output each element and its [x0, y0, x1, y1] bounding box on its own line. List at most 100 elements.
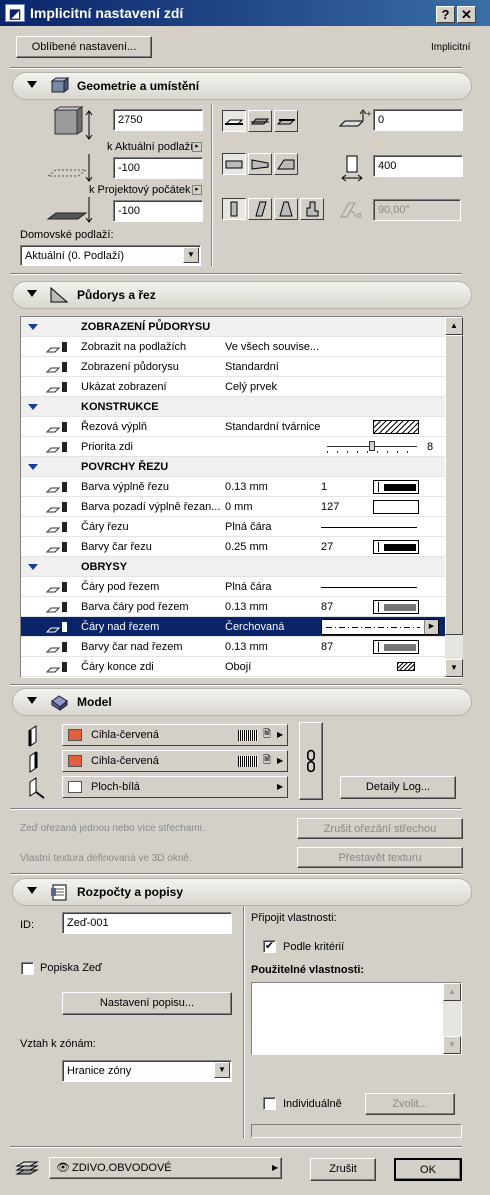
scroll-down-button[interactable]: ▼: [445, 659, 463, 677]
end-icon: [45, 660, 73, 674]
grid-row[interactable]: Barva čáry pod řezem 0.13 mm 87: [21, 597, 445, 617]
section-floorplan-title: Půdorys a řez: [77, 288, 156, 302]
scrollbar[interactable]: ▲ ▼: [443, 983, 461, 1054]
wall-trapezoid-button[interactable]: [248, 153, 272, 175]
grid-row-value: 0 mm: [225, 501, 253, 513]
geometry-icon: [50, 77, 69, 93]
layers-icon: [15, 1161, 39, 1175]
scrollbar[interactable]: ▲ ▼: [445, 317, 463, 677]
log-details-button[interactable]: Detaily Log...: [340, 776, 456, 799]
ref-line-outside-button[interactable]: [222, 110, 246, 132]
grid-row[interactable]: Zobrazení půdorysu Standardní: [21, 357, 445, 377]
grid-row-swatch[interactable]: [373, 540, 419, 554]
home-story-select[interactable]: Aktuální (0. Podlaží) ▼: [20, 245, 201, 266]
bottom-offset-input[interactable]: -100: [113, 200, 203, 222]
zone-relation-select[interactable]: Hranice zóny ▼: [62, 1060, 232, 1082]
grid-row[interactable]: Barva pozadí výplně řezan... 0 mm 127: [21, 497, 445, 517]
id-input[interactable]: Zeď-001: [62, 912, 232, 934]
expand-triangle-icon[interactable]: [28, 324, 38, 330]
grid-group-title: OBRYSY: [81, 561, 128, 573]
grid-group-header[interactable]: POVRCHY ŘEZU: [21, 457, 445, 477]
layer-select[interactable]: 👁 ZDIVO.OBVODOVÉ ▶: [49, 1157, 282, 1179]
grid-row[interactable]: Čáry nad řezem Čerchovaná ▶: [21, 617, 445, 637]
section-model-header[interactable]: Model: [12, 688, 472, 716]
grid-row-swatch[interactable]: [373, 420, 419, 434]
thickness-input[interactable]: 400: [373, 155, 463, 177]
profile-slanted-button[interactable]: [248, 198, 272, 220]
grid-row-swatch[interactable]: ▶: [321, 619, 439, 635]
section-geometry-header[interactable]: Geometrie a umístění: [12, 72, 472, 100]
grid-row-swatch[interactable]: [373, 600, 419, 614]
wall-straight-button[interactable]: [222, 153, 246, 175]
scroll-up-button[interactable]: ▲: [443, 983, 461, 1001]
material-button-3[interactable]: Ploch-bílá ▶: [62, 776, 288, 798]
collapse-triangle-icon[interactable]: [27, 290, 37, 297]
grid-row[interactable]: Priorita zdi 8: [21, 437, 445, 457]
help-button[interactable]: ?: [436, 6, 455, 23]
collapse-triangle-icon[interactable]: [27, 81, 37, 88]
expand-triangle-icon[interactable]: [28, 564, 38, 570]
grid-group-header[interactable]: OBRYSY: [21, 557, 445, 577]
ref-line-center-button[interactable]: [248, 110, 272, 132]
profile-double-slanted-button[interactable]: [274, 198, 298, 220]
grid-row-swatch[interactable]: [321, 587, 417, 588]
grid-row[interactable]: Čáry konce zdi Obojí: [21, 657, 445, 677]
individual-checkbox[interactable]: [263, 1097, 276, 1110]
material-button-1[interactable]: Cihla-červená 🗎 ▶: [62, 724, 288, 746]
chevron-down-icon[interactable]: ▼: [214, 1062, 230, 1078]
grid-row[interactable]: Čáry pod řezem Plná čára: [21, 577, 445, 597]
by-criteria-checkbox[interactable]: ✔: [263, 940, 276, 953]
properties-grid[interactable]: ZOBRAZENÍ PŮDORYSU Zobrazit na podlažích V…: [20, 316, 463, 678]
grid-group-header[interactable]: ZOBRAZENÍ PŮDORYSU: [21, 317, 445, 337]
top-offset-icon: [46, 154, 93, 182]
grid-row[interactable]: Barvy čar řezu 0.25 mm 27: [21, 537, 445, 557]
label-settings-button[interactable]: Nastavení popisu...: [62, 992, 232, 1015]
grid-group-header[interactable]: KONSTRUKCE: [21, 397, 445, 417]
cancel-button[interactable]: Zrušit: [310, 1158, 376, 1181]
grid-row-swatch[interactable]: [321, 527, 417, 528]
collapse-triangle-icon[interactable]: [27, 887, 37, 894]
ok-button[interactable]: OK: [394, 1158, 462, 1181]
offset-input[interactable]: 0: [373, 109, 463, 131]
top-link-dropdown[interactable]: ▸: [192, 142, 202, 152]
material-button-2[interactable]: Cihla-červená 🗎 ▶: [62, 750, 288, 772]
grid-row-swatch[interactable]: [373, 480, 419, 494]
profile-complex-button[interactable]: [300, 198, 324, 220]
title-bar[interactable]: ◩ Implicitní nastavení zdí ? ✕: [0, 0, 490, 26]
link-materials-button[interactable]: [299, 722, 323, 800]
grid-row-swatch[interactable]: [397, 662, 415, 671]
collapse-triangle-icon[interactable]: [27, 697, 37, 704]
wall-height-input[interactable]: 2750: [113, 109, 203, 131]
wall-side-left-icon: [28, 725, 37, 747]
section-budget-header[interactable]: Rozpočty a popisy: [12, 878, 472, 906]
grid-row[interactable]: Zobrazit na podlažích Ve všech souvise...: [21, 337, 445, 357]
label-checkbox[interactable]: [21, 962, 34, 975]
available-props-list[interactable]: ▲ ▼: [251, 982, 462, 1055]
favorites-button[interactable]: Oblíbené nastavení...: [16, 36, 152, 58]
expand-triangle-icon[interactable]: [28, 464, 38, 470]
grid-row[interactable]: Čáry řezu Plná čára: [21, 517, 445, 537]
top-link-label: k Aktuální podlaží: [107, 141, 194, 153]
scroll-thumb[interactable]: [445, 335, 463, 635]
grid-row[interactable]: Ukázat zobrazení Celý prvek: [21, 377, 445, 397]
wall-polygonal-button[interactable]: [274, 153, 298, 175]
scroll-down-button[interactable]: ▼: [443, 1036, 461, 1054]
grid-row-pen-number: 27: [321, 541, 334, 553]
ref-line-inside-button[interactable]: [274, 110, 298, 132]
scroll-up-button[interactable]: ▲: [445, 317, 463, 335]
grid-row[interactable]: Barva výplně řezu 0.13 mm 1: [21, 477, 445, 497]
grid-row-swatch[interactable]: [373, 640, 419, 654]
section-floorplan-header[interactable]: Půdorys a řez: [12, 281, 472, 309]
grid-group-title: ZOBRAZENÍ PŮDORYSU: [81, 321, 211, 333]
line-icon: [45, 620, 73, 634]
priority-slider[interactable]: [327, 441, 417, 453]
top-offset-input[interactable]: -100: [113, 157, 203, 179]
grid-row[interactable]: Řezová výplň Standardní tvárnice: [21, 417, 445, 437]
bottom-link-dropdown[interactable]: ▸: [192, 185, 202, 195]
chevron-down-icon[interactable]: ▼: [183, 247, 199, 263]
grid-row-swatch[interactable]: [373, 500, 419, 514]
profile-straight-button[interactable]: [222, 198, 246, 220]
close-button[interactable]: ✕: [457, 6, 476, 23]
grid-row[interactable]: Barvy čar nad řezem 0.13 mm 87: [21, 637, 445, 657]
expand-triangle-icon[interactable]: [28, 404, 38, 410]
